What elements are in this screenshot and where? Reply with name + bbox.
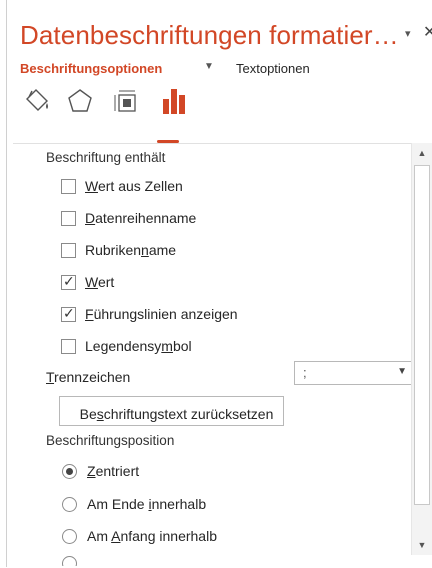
checkbox-label: Wert: [85, 274, 115, 290]
checkbox-box[interactable]: ✓: [61, 273, 76, 290]
checkbox-box[interactable]: [61, 243, 76, 258]
pane-content: Beschriftung enthält Wert aus Zellen Dat…: [13, 143, 432, 568]
size-properties-icon[interactable]: [111, 86, 141, 116]
radio-circle[interactable]: [62, 556, 77, 566]
label-options-icon[interactable]: [159, 86, 189, 116]
radio-label: Am Ende innerhalb: [87, 496, 207, 512]
checkbox-box[interactable]: [61, 179, 76, 194]
separator-dropdown[interactable]: ; ▼: [294, 361, 414, 385]
checkbox-box[interactable]: [61, 211, 76, 226]
tab-label-options-caret-icon[interactable]: ▼: [204, 61, 214, 72]
tab-text-options[interactable]: Textoptionen: [236, 61, 310, 76]
radio-circle[interactable]: [62, 497, 77, 512]
separator-label: Trennzeichen: [46, 369, 131, 385]
pane-title: Datenbeschriftungen formatier…: [20, 20, 399, 50]
close-pane-button[interactable]: ✕: [423, 22, 432, 42]
scroll-up-icon[interactable]: ▲: [413, 144, 431, 162]
scroll-thumb[interactable]: [414, 165, 430, 505]
format-data-labels-pane: Datenbeschriftungen formatier… ▾ ✕ Besch…: [6, 0, 432, 567]
radio-circle[interactable]: [62, 529, 77, 544]
checkbox-box[interactable]: ✓: [61, 305, 76, 322]
radio-circle[interactable]: [62, 464, 77, 479]
separator-value: ;: [303, 365, 307, 380]
checkbox-label: Datenreihenname: [85, 210, 197, 226]
reset-label-text-button[interactable]: Beschriftungstext zurücksetzen: [59, 396, 284, 426]
tab-label-options[interactable]: Beschriftungsoptionen: [20, 61, 162, 76]
radio-label: Zentriert: [87, 463, 140, 479]
checkmark-icon: ✓: [63, 305, 75, 321]
label-position-header: Beschriftungsposition: [46, 433, 175, 448]
checkbox-box[interactable]: [61, 339, 76, 354]
checkbox-label: Rubrikenname: [85, 242, 177, 258]
effects-icon[interactable]: [65, 86, 95, 116]
scroll-down-icon[interactable]: ▼: [413, 536, 431, 554]
radio-partially-visible[interactable]: [62, 556, 77, 566]
checkbox-label: Wert aus Zellen: [85, 178, 183, 194]
vertical-scrollbar[interactable]: ▲ ▼: [411, 143, 432, 555]
checkbox-label: Legendensymbol: [85, 338, 192, 354]
dropdown-arrow-icon[interactable]: ▼: [397, 366, 407, 377]
fill-line-icon[interactable]: [23, 86, 53, 116]
radio-selected-dot: [66, 468, 73, 475]
pane-options-dropdown-icon[interactable]: ▾: [405, 27, 411, 40]
checkbox-label: Führungslinien anzeigen: [85, 306, 238, 322]
checkmark-icon: ✓: [63, 273, 75, 289]
radio-label: Am Anfang innerhalb: [87, 528, 217, 544]
label-contains-header: Beschriftung enthält: [46, 150, 166, 165]
